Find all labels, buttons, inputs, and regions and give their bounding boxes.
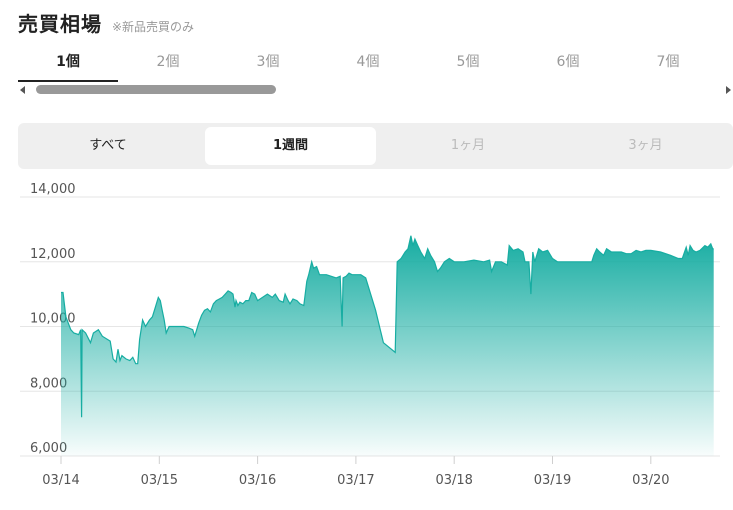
scroll-right-arrow-icon[interactable] — [726, 86, 731, 94]
tab-qty-5[interactable]: 5個 — [418, 44, 518, 82]
tab-qty-7[interactable]: 7個 — [618, 44, 718, 82]
x-tick-label: 03/15 — [141, 473, 178, 488]
period-tab-3months[interactable]: 3ヶ月 — [558, 127, 733, 165]
period-tab-1week[interactable]: 1週間 — [205, 127, 376, 165]
period-selector: すべて 1週間 1ヶ月 3ヶ月 — [18, 123, 733, 169]
x-axis-labels: 03/14 03/15 03/16 03/17 03/18 03/19 03/2… — [42, 473, 669, 488]
section-title: 売買相場 — [18, 12, 102, 36]
tab-qty-2[interactable]: 2個 — [118, 44, 218, 82]
section-header: 売買相場 ※新品売買のみ — [18, 8, 194, 38]
x-tick-label: 03/20 — [632, 473, 669, 488]
scroll-left-arrow-icon[interactable] — [20, 86, 25, 94]
horizontal-scrollbar[interactable] — [18, 84, 733, 96]
tab-qty-6[interactable]: 6個 — [518, 44, 618, 82]
tab-qty-3[interactable]: 3個 — [218, 44, 318, 82]
x-axis-ticks — [60, 456, 652, 464]
period-tab-1month[interactable]: 1ヶ月 — [383, 127, 553, 165]
tab-qty-4[interactable]: 4個 — [318, 44, 418, 82]
x-tick-label: 03/16 — [239, 473, 276, 488]
section-note: ※新品売買のみ — [112, 20, 195, 34]
x-tick-label: 03/17 — [337, 473, 374, 488]
y-tick-label: 12,000 — [30, 247, 76, 262]
x-tick-label: 03/19 — [534, 473, 571, 488]
x-tick-label: 03/14 — [42, 473, 79, 488]
period-tab-all[interactable]: すべて — [18, 127, 198, 165]
price-chart: 14,000 12,000 10,000 8,000 6,000 03/14 0… — [20, 182, 720, 488]
tab-qty-1[interactable]: 1個 — [18, 44, 118, 82]
quantity-tabs: 1個 2個 3個 4個 5個 6個 7個 — [18, 44, 718, 82]
scrollbar-thumb[interactable] — [36, 85, 276, 94]
x-tick-label: 03/18 — [435, 473, 472, 488]
y-tick-label: 14,000 — [30, 182, 76, 197]
